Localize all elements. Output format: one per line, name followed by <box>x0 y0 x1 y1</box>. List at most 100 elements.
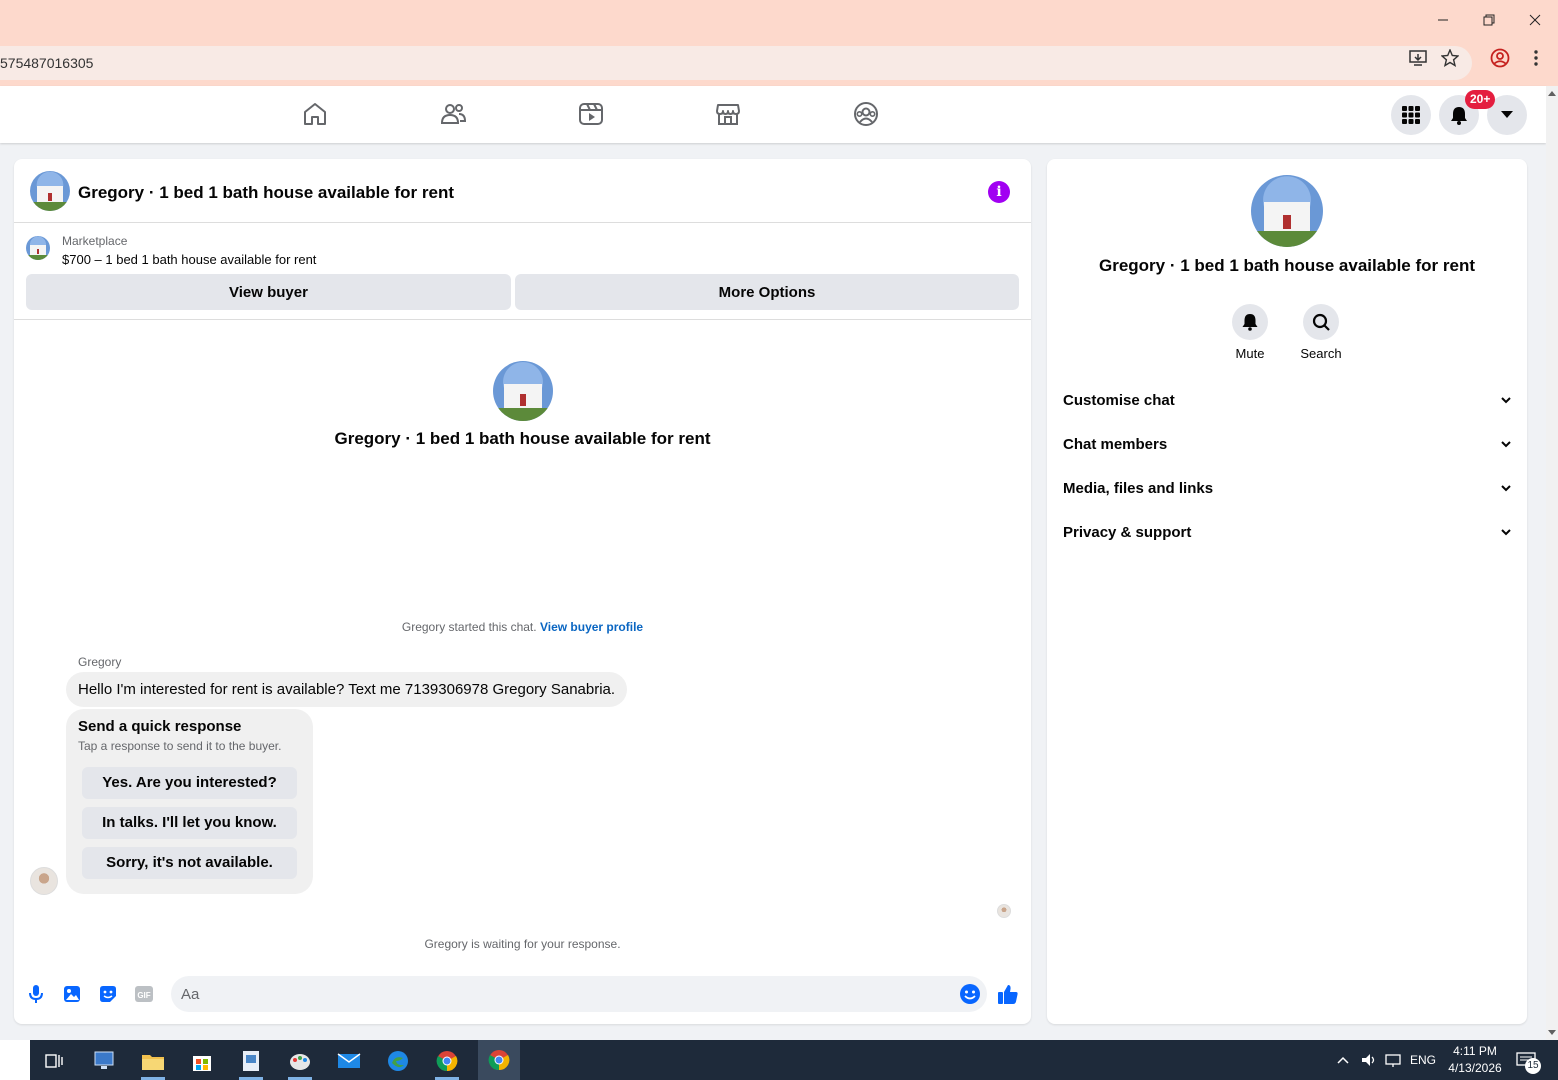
close-icon <box>1529 14 1541 26</box>
close-button[interactable] <box>1512 0 1558 40</box>
edge-icon[interactable] <box>382 1046 414 1076</box>
remote-desktop-icon[interactable] <box>88 1046 120 1076</box>
side-avatar <box>1251 175 1323 247</box>
media-files-links-section[interactable]: Media, files and links <box>1047 469 1527 509</box>
emoji-icon[interactable] <box>959 983 981 1005</box>
like-thumbs-up-icon[interactable] <box>997 983 1019 1005</box>
install-app-icon[interactable] <box>1408 48 1428 68</box>
listing-thumbnail[interactable] <box>26 236 50 260</box>
notifications-badge: 20+ <box>1465 90 1496 109</box>
clock-date: 4/13/2026 <box>1448 1061 1502 1075</box>
listing-title[interactable]: $700 – 1 bed 1 bath house available for … <box>62 252 316 267</box>
customise-chat-section[interactable]: Customise chat <box>1047 381 1527 421</box>
friends-icon[interactable] <box>439 100 467 128</box>
bookmark-star-icon[interactable] <box>1440 48 1460 68</box>
listing-avatar[interactable] <box>30 171 70 211</box>
paint-icon[interactable] <box>284 1046 316 1080</box>
home-icon[interactable] <box>301 100 329 128</box>
waiting-note: Gregory is waiting for your response. <box>424 937 621 951</box>
view-buyer-profile-link[interactable]: View buyer profile <box>540 620 643 634</box>
chrome-icon[interactable] <box>431 1046 463 1080</box>
quick-response-in-talks-button[interactable]: In talks. I'll let you know. <box>82 807 297 839</box>
restore-icon <box>1483 14 1495 26</box>
mail-icon[interactable] <box>333 1046 365 1076</box>
quick-response-title: Send a quick response <box>78 718 242 735</box>
restore-button[interactable] <box>1466 0 1512 40</box>
chevron-down-icon <box>1501 485 1511 492</box>
chat-started-note: Gregory started this chat. View buyer pr… <box>14 620 1031 634</box>
windows-taskbar: ENG 4:11 PM 4/13/2026 15 <box>0 1040 1558 1080</box>
side-title: Gregory · 1 bed 1 bath house available f… <box>1099 256 1475 275</box>
section-label: Privacy & support <box>1063 524 1192 541</box>
photo-icon[interactable] <box>61 983 83 1005</box>
profile-icon[interactable] <box>1490 48 1510 68</box>
video-icon[interactable] <box>577 100 605 128</box>
show-hidden-icons[interactable] <box>1336 1040 1350 1080</box>
sticker-icon[interactable] <box>97 983 119 1005</box>
sender-name: Gregory <box>78 655 122 669</box>
sender-avatar[interactable] <box>30 867 58 895</box>
marketplace-label: Marketplace <box>62 234 128 248</box>
volume-icon[interactable] <box>1360 1040 1378 1080</box>
search-action[interactable]: Search <box>1285 304 1357 361</box>
groups-icon[interactable] <box>852 100 880 128</box>
network-icon[interactable] <box>1384 1040 1402 1080</box>
caret-down-icon <box>1501 111 1513 118</box>
message-composer[interactable] <box>171 976 987 1012</box>
chat-center-avatar <box>493 361 553 421</box>
notification-center-button[interactable]: 15 <box>1516 1040 1541 1080</box>
microphone-icon[interactable] <box>25 983 47 1005</box>
bell-icon <box>1451 107 1467 125</box>
more-options-button[interactable]: More Options <box>515 274 1019 310</box>
minimize-button[interactable] <box>1420 0 1466 40</box>
task-view-icon[interactable] <box>38 1046 70 1076</box>
quick-response-subtitle: Tap a response to send it to the buyer. <box>78 739 282 753</box>
section-label: Chat members <box>1063 436 1168 453</box>
message-bubble[interactable]: Hello I'm interested for rent is availab… <box>66 672 628 707</box>
mute-action[interactable]: Mute <box>1214 304 1286 361</box>
quick-response-not-available-button[interactable]: Sorry, it's not available. <box>82 847 297 879</box>
search-icon[interactable] <box>1303 304 1339 340</box>
chat-title[interactable]: Gregory · 1 bed 1 bath house available f… <box>78 183 454 203</box>
section-label: Media, files and links <box>1063 480 1214 497</box>
privacy-support-section[interactable]: Privacy & support <box>1047 513 1527 553</box>
chrome-profile-window-icon[interactable] <box>478 1040 520 1080</box>
system-clock[interactable]: 4:11 PM 4/13/2026 <box>1440 1043 1510 1077</box>
menu-grid-button[interactable] <box>1391 95 1431 135</box>
mute-label: Mute <box>1235 346 1265 361</box>
language-indicator[interactable]: ENG <box>1410 1040 1436 1080</box>
gif-icon[interactable]: GIF <box>133 983 155 1005</box>
search-label: Search <box>1300 346 1342 361</box>
bell-icon[interactable] <box>1232 304 1268 340</box>
url-field[interactable]: 575487016305 <box>0 46 1472 80</box>
browser-menu-icon[interactable] <box>1526 48 1546 68</box>
minimize-icon <box>1438 19 1448 21</box>
quick-response-yes-button[interactable]: Yes. Are you interested? <box>82 767 297 799</box>
page-scrollbar[interactable] <box>1546 86 1558 1040</box>
grid-icon <box>1402 106 1420 124</box>
chat-members-section[interactable]: Chat members <box>1047 425 1527 465</box>
file-explorer-icon[interactable] <box>137 1046 169 1080</box>
chat-info-panel: Gregory · 1 bed 1 bath house available f… <box>1047 159 1527 1024</box>
address-bar: 575487016305 <box>0 40 1558 86</box>
notification-count: 15 <box>1525 1058 1541 1074</box>
store-icon[interactable] <box>186 1046 218 1076</box>
document-app-icon[interactable] <box>235 1046 267 1080</box>
message-input[interactable] <box>181 976 941 1012</box>
chevron-down-icon <box>1501 529 1511 536</box>
marketplace-listing-bar: Marketplace $700 – 1 bed 1 bath house av… <box>14 224 1031 320</box>
marketplace-icon[interactable] <box>714 100 742 128</box>
clock-time: 4:11 PM <box>1453 1044 1497 1058</box>
section-label: Customise chat <box>1063 392 1175 409</box>
read-receipt-avatar <box>997 904 1011 918</box>
chevron-down-icon <box>1501 397 1511 404</box>
start-button[interactable] <box>0 1040 30 1080</box>
info-icon[interactable]: i <box>988 181 1010 203</box>
view-buyer-button[interactable]: View buyer <box>26 274 511 310</box>
started-text: Gregory started this chat. <box>401 620 537 634</box>
chat-panel: Gregory · 1 bed 1 bath house available f… <box>14 159 1031 1024</box>
svg-text:GIF: GIF <box>137 991 150 1000</box>
quick-response-card: Send a quick response Tap a response to … <box>66 709 313 894</box>
url-text: 575487016305 <box>0 55 94 71</box>
chat-header: Gregory · 1 bed 1 bath house available f… <box>14 159 1031 223</box>
